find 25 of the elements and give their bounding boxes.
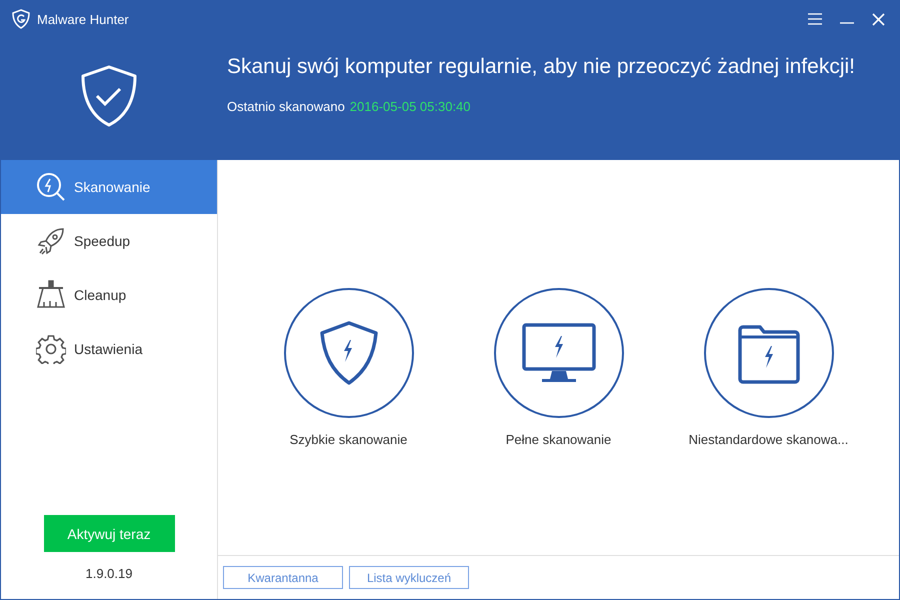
shield-bolt-icon [318, 320, 378, 386]
last-scan-label: Ostatnio skanowano [227, 99, 345, 114]
menu-icon[interactable] [808, 13, 822, 25]
sidebar-item[interactable]: Ustawienia [1, 322, 217, 376]
sidebar-item[interactable]: Cleanup [1, 268, 217, 322]
version-label: 1.9.0.19 [86, 566, 132, 581]
monitor-bolt-icon [522, 323, 596, 383]
scan-option-label[interactable]: Szybkie skanowanie [290, 432, 408, 447]
scan-option-label[interactable]: Niestandardowe skanowa... [688, 432, 848, 447]
scan-option-button[interactable] [704, 288, 834, 418]
rocket-icon [36, 226, 66, 256]
last-scan-time: 2016-05-05 05:30:40 [350, 99, 471, 114]
shield-check-icon [81, 65, 137, 127]
window-title: Malware Hunter [37, 12, 130, 26]
scan-option-button[interactable] [284, 288, 414, 418]
logo-icon [11, 9, 31, 29]
sidebar-item[interactable]: Skanowanie [1, 160, 217, 214]
scan-option-button[interactable] [494, 288, 624, 418]
gear-icon [36, 334, 66, 364]
broom-icon [36, 280, 66, 310]
scan-option-label[interactable]: Pełne skanowanie [506, 432, 612, 447]
close-icon[interactable] [872, 12, 885, 26]
headline: Skanuj swój komputer regularnie, aby nie przeoczyć żadnej infekcji! [227, 55, 855, 79]
sidebar-item[interactable]: Speedup [1, 214, 217, 268]
scan-icon [36, 172, 66, 202]
